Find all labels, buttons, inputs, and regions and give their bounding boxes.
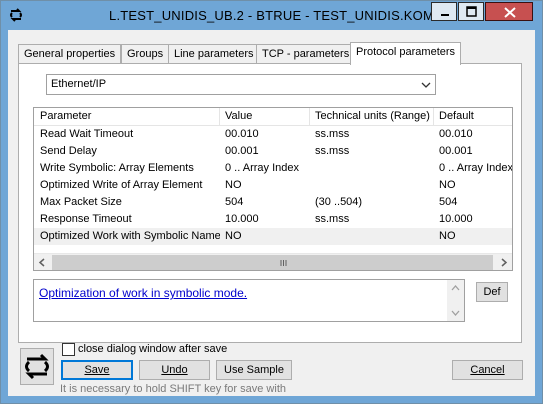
save-button-label: Save	[84, 364, 110, 376]
title-bar[interactable]: L.TEST_UNIDIS_UB.2 - BTRUE - TEST_UNIDIS…	[1, 1, 542, 30]
cell-default: 504	[439, 196, 458, 208]
close-button[interactable]	[485, 2, 533, 21]
close-after-save-label[interactable]: close dialog window after save	[78, 343, 227, 355]
table-row[interactable]: Send Delay 00.001 ss.mss 00.001	[34, 143, 512, 160]
column-header-parameter[interactable]: Parameter	[40, 110, 91, 122]
tab-tcp-parameters[interactable]: TCP - parameters	[256, 44, 356, 63]
dialog-window: L.TEST_UNIDIS_UB.2 - BTRUE - TEST_UNIDIS…	[0, 0, 543, 404]
undo-button[interactable]: Undo	[139, 360, 210, 380]
table-row[interactable]: Write Symbolic: Array Elements 0 .. Arra…	[34, 160, 512, 177]
scrollbar-thumb[interactable]	[52, 255, 493, 270]
tab-label: Line parameters	[174, 48, 254, 60]
cell-value[interactable]: 504	[225, 196, 310, 208]
cancel-button[interactable]: Cancel	[452, 360, 523, 380]
maximize-icon	[466, 6, 477, 17]
cell-value[interactable]: NO	[225, 230, 310, 242]
grip-icon	[280, 260, 287, 266]
column-divider[interactable]	[309, 108, 310, 125]
save-button[interactable]: Save	[61, 360, 133, 380]
cell-parameter: Max Packet Size	[40, 196, 122, 208]
tab-groups[interactable]: Groups	[121, 44, 170, 63]
description-link[interactable]: Optimization of work in symbolic mode.	[39, 286, 247, 300]
close-icon	[504, 7, 516, 18]
cell-value[interactable]: 0 .. Array Index	[225, 162, 310, 174]
close-after-save-checkbox[interactable]	[62, 343, 75, 356]
tab-general-properties[interactable]: General properties	[18, 44, 122, 63]
scroll-right-icon[interactable]	[495, 254, 512, 271]
use-sample-button-label: Use Sample	[224, 364, 284, 376]
tab-protocol-parameters[interactable]: Protocol parameters	[350, 42, 462, 65]
table-header: Parameter Value Technical units (Range) …	[34, 108, 512, 126]
cell-units: ss.mss	[315, 145, 350, 157]
column-header-technical-units[interactable]: Technical units (Range)	[315, 110, 430, 122]
tab-label: TCP - parameters	[262, 48, 350, 60]
cell-value[interactable]: 10.000	[225, 213, 310, 225]
minimize-button[interactable]	[431, 2, 457, 21]
column-divider[interactable]	[433, 108, 434, 125]
protocol-select-value: Ethernet/IP	[51, 78, 107, 90]
cell-units: ss.mss	[315, 213, 350, 225]
scroll-down-icon[interactable]	[447, 304, 464, 321]
table-row[interactable]: Response Timeout 10.000 ss.mss 10.000	[34, 211, 512, 228]
tab-label: General properties	[24, 48, 116, 60]
cell-value[interactable]: NO	[225, 179, 310, 191]
cancel-button-label: Cancel	[470, 364, 505, 376]
save-hint-text: It is necessary to hold SHIFT key for sa…	[60, 383, 286, 395]
vertical-scrollbar[interactable]	[447, 280, 464, 321]
use-sample-button[interactable]: Use Sample	[216, 360, 292, 380]
chevron-down-icon	[421, 82, 431, 88]
cell-value[interactable]: 00.001	[225, 145, 310, 157]
cell-parameter: Read Wait Timeout	[40, 128, 134, 140]
protocol-select[interactable]: Ethernet/IP	[46, 74, 436, 95]
column-divider[interactable]	[219, 108, 220, 125]
column-header-value[interactable]: Value	[225, 110, 252, 122]
cell-default: NO	[439, 179, 456, 191]
cell-parameter: Response Timeout	[40, 213, 132, 225]
table-row[interactable]: Optimized Write of Array Element NO NO	[34, 177, 512, 194]
cell-default: 00.001	[439, 145, 473, 157]
cell-parameter: Send Delay	[40, 145, 97, 157]
minimize-icon	[441, 14, 449, 16]
cell-units: (30 ..504)	[315, 196, 363, 208]
scroll-left-icon[interactable]	[34, 254, 51, 271]
cell-value[interactable]: 00.010	[225, 128, 310, 140]
cell-default: 00.010	[439, 128, 473, 140]
cell-default: NO	[439, 230, 456, 242]
connection-icon-button[interactable]	[20, 348, 54, 385]
tab-label: Groups	[127, 48, 164, 60]
tab-line-parameters[interactable]: Line parameters	[168, 44, 260, 63]
table-row-selected[interactable]: Optimized Work with Symbolic Names NO NO	[34, 228, 512, 245]
table-row[interactable]: Max Packet Size 504 (30 ..504) 504	[34, 194, 512, 211]
cell-parameter: Optimized Write of Array Element	[40, 179, 203, 191]
column-header-default[interactable]: Default	[439, 110, 474, 122]
scroll-up-icon[interactable]	[447, 280, 464, 297]
dialog-client-area: General properties Groups Line parameter…	[8, 30, 535, 396]
transfer-arrows-icon	[25, 353, 49, 380]
parameters-table[interactable]: Parameter Value Technical units (Range) …	[33, 107, 513, 271]
cell-default: 0 .. Array Index	[439, 162, 513, 174]
cell-parameter: Write Symbolic: Array Elements	[40, 162, 194, 174]
default-button[interactable]: Def	[476, 282, 508, 302]
horizontal-scrollbar[interactable]	[34, 253, 512, 271]
tab-label: Protocol parameters	[356, 46, 456, 58]
table-row[interactable]: Read Wait Timeout 00.010 ss.mss 00.010	[34, 126, 512, 143]
cell-default: 10.000	[439, 213, 473, 225]
cell-units: ss.mss	[315, 128, 350, 140]
undo-button-label: Undo	[161, 364, 188, 376]
maximize-button[interactable]	[458, 2, 484, 21]
cell-parameter: Optimized Work with Symbolic Names	[40, 230, 220, 242]
parameter-description: Optimization of work in symbolic mode.	[33, 279, 465, 322]
